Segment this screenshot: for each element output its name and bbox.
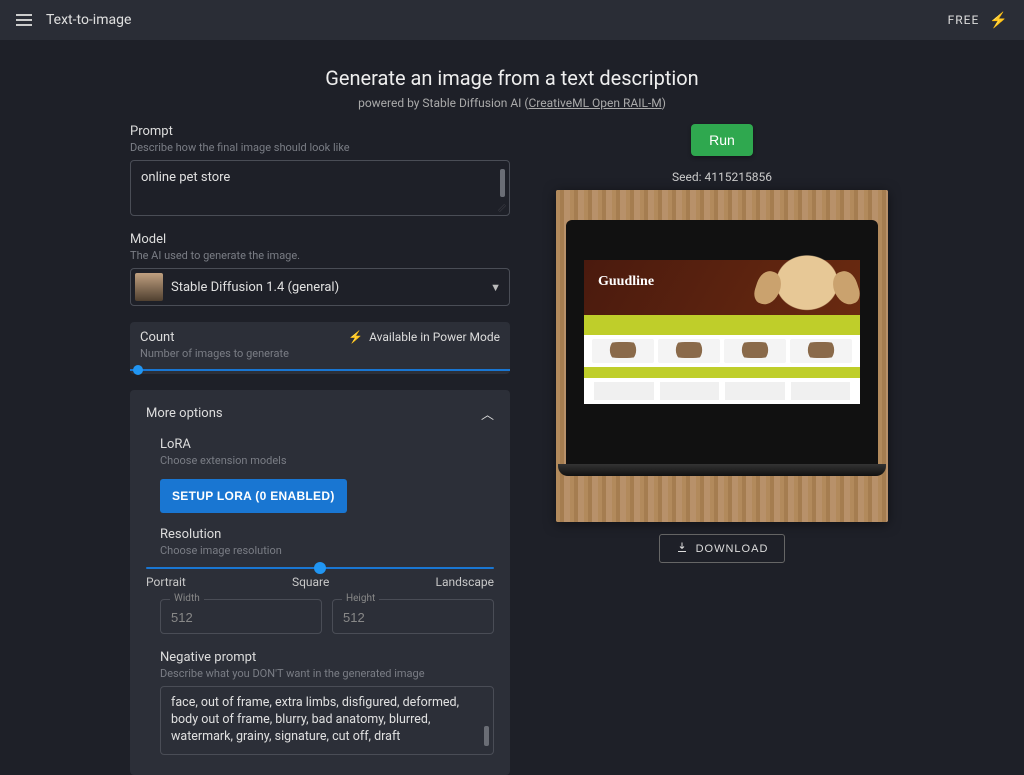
- count-label: Count: [140, 330, 332, 345]
- chevron-up-icon: ︿: [481, 404, 494, 423]
- topbar: Text-to-image FREE ⚡: [0, 0, 1024, 40]
- more-options-panel: More options ︿ LoRA Choose extension mod…: [130, 390, 510, 775]
- count-slider[interactable]: [130, 369, 510, 371]
- model-select[interactable]: Stable Diffusion 1.4 (general) ▼: [130, 268, 510, 306]
- bolt-icon[interactable]: ⚡: [989, 11, 1008, 29]
- height-input[interactable]: [332, 599, 494, 634]
- negative-input[interactable]: face, out of frame, extra limbs, disfigu…: [160, 686, 494, 755]
- negative-sub: Describe what you DON'T want in the gene…: [160, 667, 494, 680]
- bolt-icon: ⚡: [348, 330, 363, 344]
- prompt-input[interactable]: online pet store: [130, 160, 510, 216]
- count-sub: Number of images to generate: [140, 347, 332, 360]
- width-label: Width: [170, 593, 204, 604]
- width-input[interactable]: [160, 599, 322, 634]
- mock-logo: Guudline: [598, 274, 654, 290]
- more-options-toggle[interactable]: More options ︿: [146, 404, 494, 423]
- resolution-landscape[interactable]: Landscape: [435, 575, 494, 589]
- prompt-sub: Describe how the final image should look…: [130, 141, 510, 154]
- page-subtitle: powered by Stable Diffusion AI (Creative…: [358, 96, 666, 110]
- height-label: Height: [342, 593, 379, 604]
- license-link[interactable]: CreativeML Open RAIL-M: [529, 96, 662, 110]
- setup-lora-button[interactable]: SETUP LORA (0 ENABLED): [160, 479, 347, 513]
- model-sub: The AI used to generate the image.: [130, 249, 510, 262]
- output-image[interactable]: Guudline: [556, 190, 888, 522]
- resize-handle-icon[interactable]: [498, 204, 506, 212]
- seed-text: Seed: 4115215856: [672, 170, 772, 184]
- lora-label: LoRA: [160, 437, 494, 452]
- dog-icon: [762, 253, 852, 319]
- menu-icon[interactable]: [16, 14, 32, 26]
- plan-badge: FREE: [948, 13, 980, 27]
- prompt-label: Prompt: [130, 124, 510, 139]
- app-title: Text-to-image: [46, 12, 131, 28]
- download-button[interactable]: DOWNLOAD: [659, 534, 786, 563]
- power-mode-badge[interactable]: ⚡ Available in Power Mode: [348, 330, 500, 344]
- model-thumbnail: [135, 273, 163, 301]
- resolution-sub: Choose image resolution: [160, 544, 494, 557]
- scrollbar-icon[interactable]: [500, 169, 505, 197]
- resolution-slider[interactable]: [146, 567, 494, 569]
- model-label: Model: [130, 232, 510, 247]
- download-icon: [676, 541, 688, 556]
- lora-sub: Choose extension models: [160, 454, 494, 467]
- chevron-down-icon: ▼: [490, 281, 501, 294]
- resolution-square[interactable]: Square: [292, 575, 329, 589]
- count-panel: Count Number of images to generate ⚡ Ava…: [130, 322, 510, 374]
- negative-label: Negative prompt: [160, 650, 494, 665]
- resolution-portrait[interactable]: Portrait: [146, 575, 186, 589]
- model-selected: Stable Diffusion 1.4 (general): [171, 280, 339, 295]
- scrollbar-icon[interactable]: [484, 726, 489, 746]
- page-title: Generate an image from a text descriptio…: [325, 66, 698, 90]
- resolution-label: Resolution: [160, 527, 494, 542]
- run-button[interactable]: Run: [691, 124, 753, 156]
